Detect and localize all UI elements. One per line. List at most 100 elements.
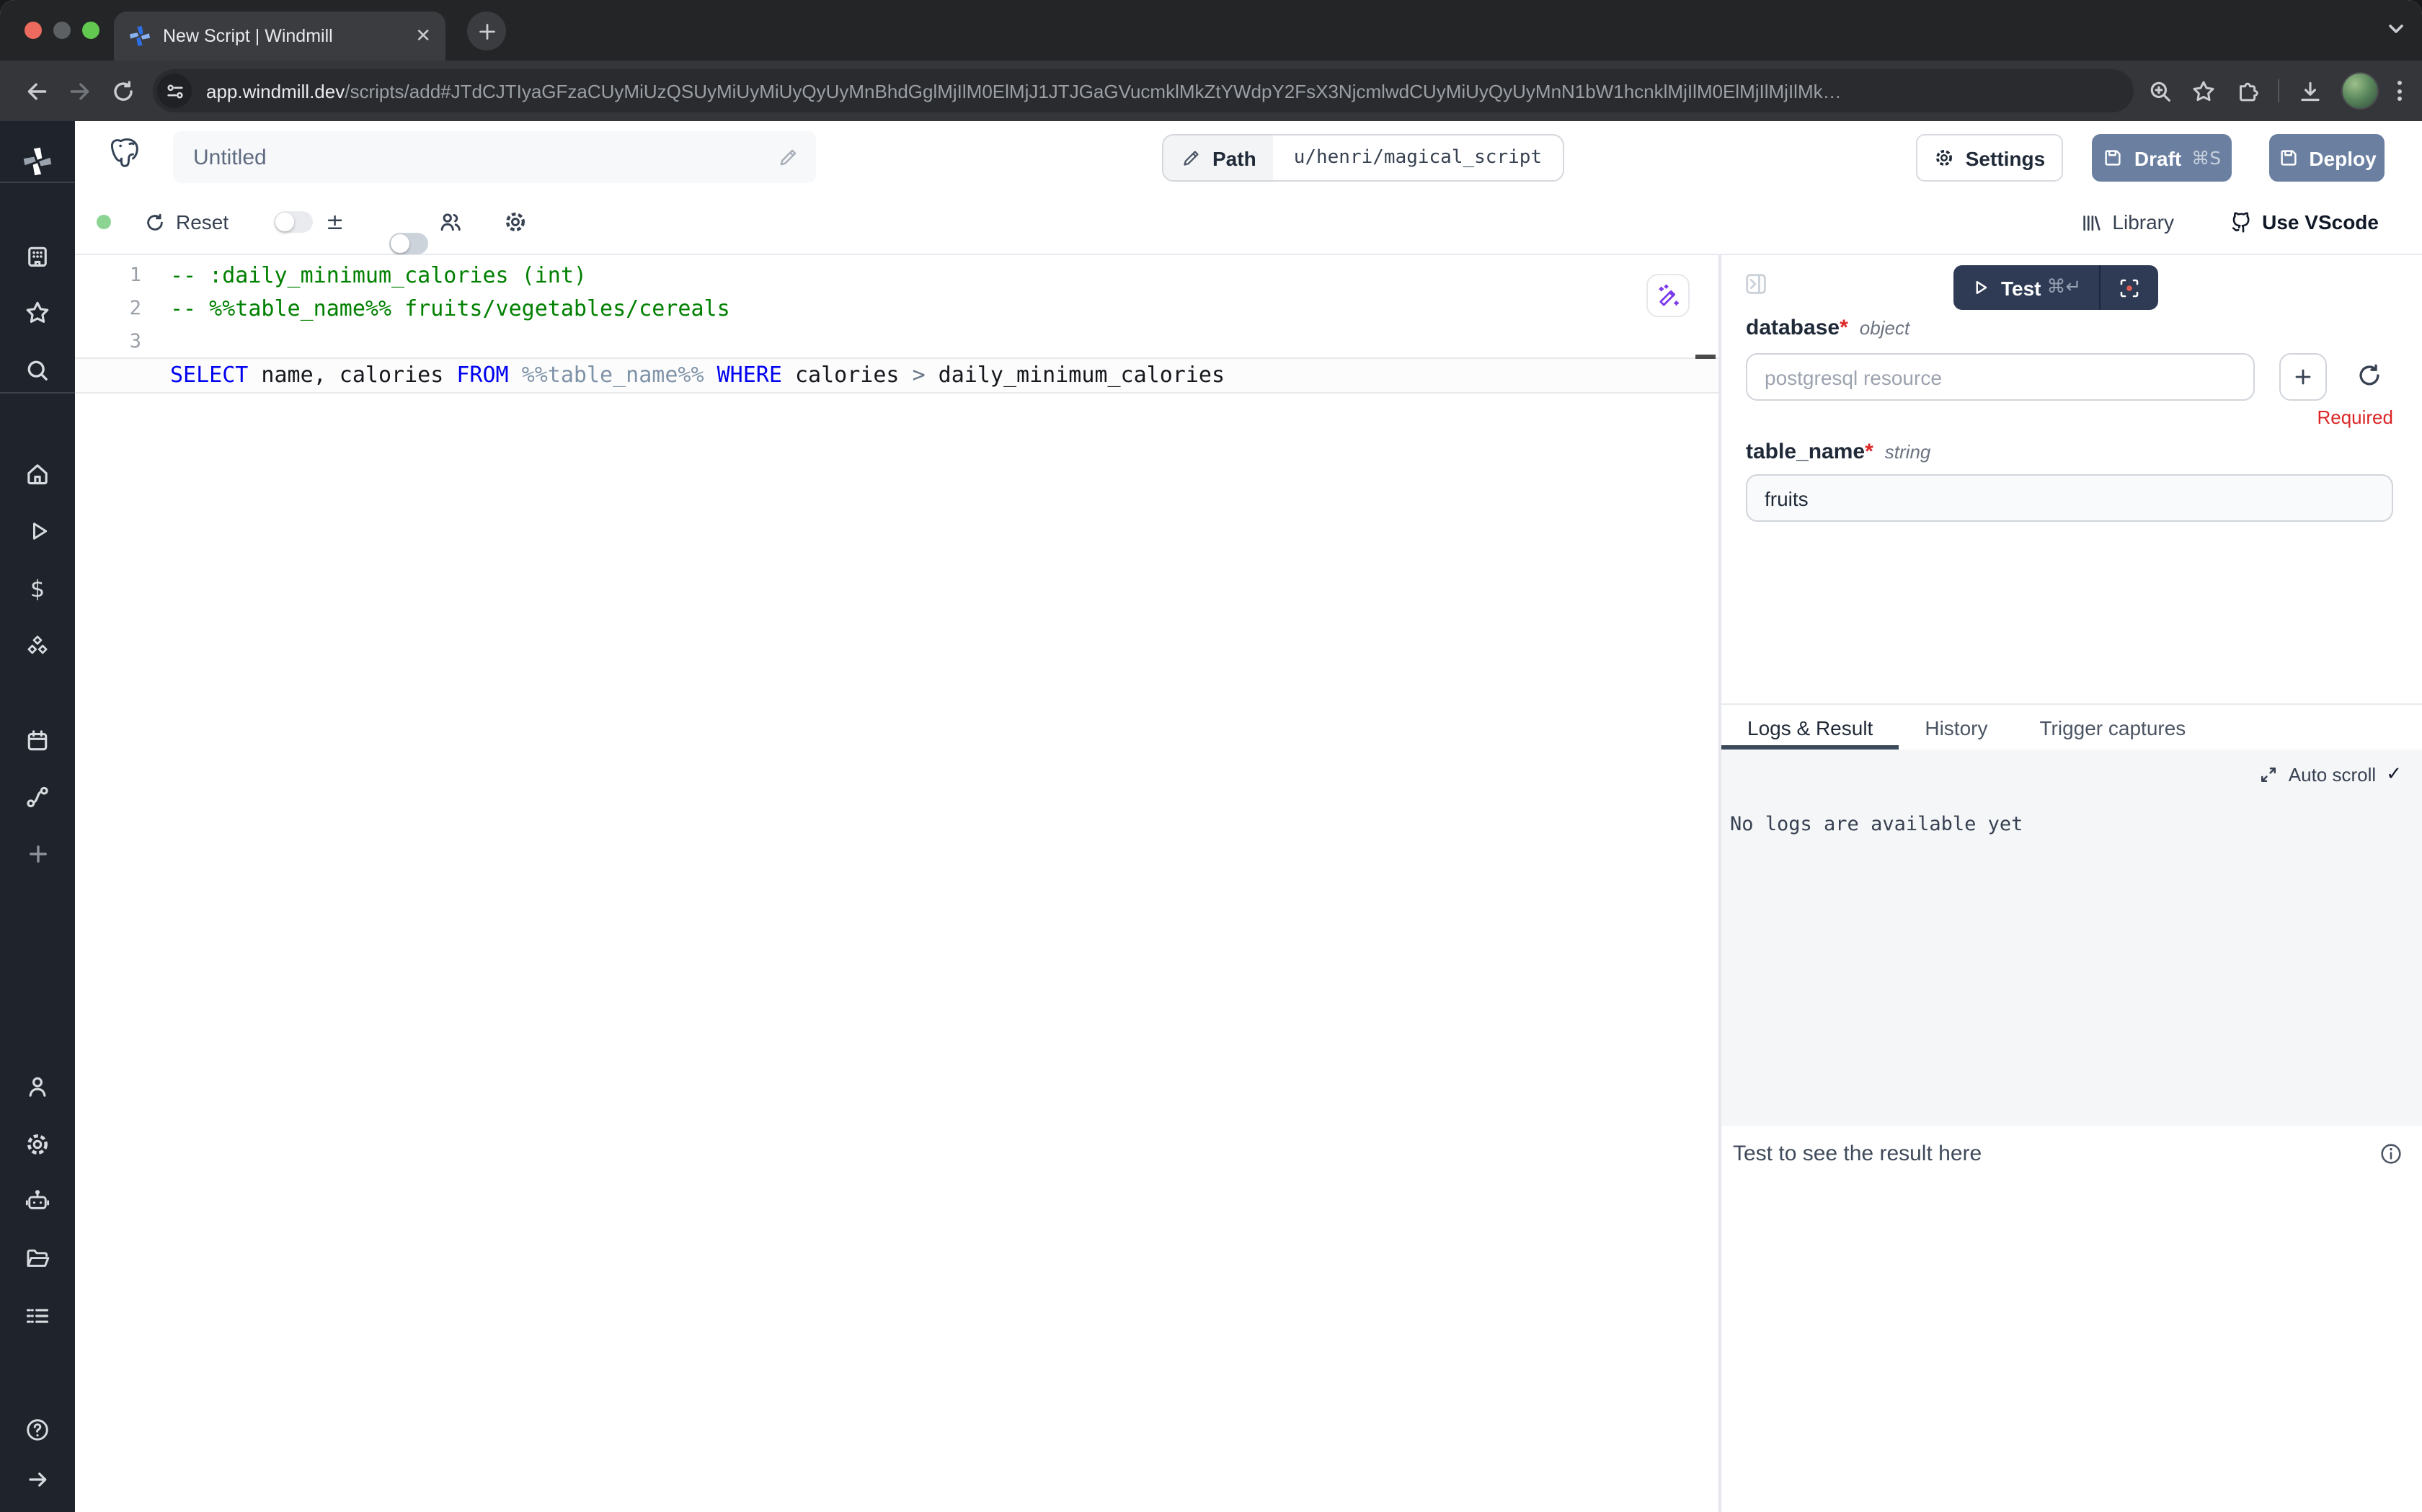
editor-settings-gear-icon[interactable] — [503, 210, 528, 234]
reset-button[interactable]: Reset — [144, 210, 229, 234]
browser-tabstrip: New Script | Windmill ✕ — [0, 0, 2422, 61]
address-bar[interactable]: app.windmill.dev/scripts/add#JTdCJTIyaGF… — [153, 69, 2134, 112]
variables-dollar-icon[interactable]: $ — [20, 571, 55, 605]
download-icon[interactable] — [2298, 79, 2323, 103]
add-plus-icon[interactable] — [20, 836, 55, 871]
url-domain: app.windmill.dev — [206, 80, 345, 102]
workers-robot-icon[interactable] — [20, 1183, 55, 1218]
deploy-label: Deploy — [2309, 146, 2376, 169]
expand-sidebar-arrow-icon[interactable] — [20, 1462, 55, 1496]
code-line[interactable] — [75, 326, 1718, 359]
path-label: Path — [1212, 146, 1256, 169]
path-chip[interactable]: Path u/henri/magical_script — [1162, 134, 1563, 182]
refresh-resources-button[interactable] — [2356, 362, 2383, 389]
diff-icon[interactable]: ± — [326, 209, 344, 235]
use-vscode-button[interactable]: Use VScode — [2229, 210, 2379, 234]
close-window-button[interactable] — [25, 22, 42, 39]
postgresql-elephant-icon — [107, 135, 146, 174]
editor-toolbar: Reset ± Library Use VScode — [75, 190, 2422, 254]
database-resource-select[interactable]: postgresql resource — [1746, 353, 2255, 401]
collaborators-icon[interactable] — [438, 210, 463, 234]
collapse-panel-icon[interactable] — [1743, 271, 1769, 297]
back-button[interactable] — [14, 69, 58, 112]
user-icon[interactable] — [20, 1069, 55, 1104]
extensions-icon[interactable] — [2235, 79, 2259, 103]
code-editor[interactable]: 1234 -- :daily_minimum_calories (int)-- … — [75, 255, 1718, 1512]
home-icon[interactable] — [20, 457, 55, 492]
info-icon[interactable] — [2379, 1142, 2403, 1166]
summary-input[interactable]: Untitled — [173, 131, 816, 183]
favorites-star-icon[interactable] — [20, 295, 55, 330]
settings-button[interactable]: Settings — [1916, 134, 2063, 182]
code-line[interactable]: SELECT name, calories FROM %%table_name%… — [75, 359, 1718, 392]
code-lines[interactable]: -- :daily_minimum_calories (int)-- %%tab… — [75, 259, 1718, 392]
browser-window: New Script | Windmill ✕ app.windmill.dev… — [0, 0, 2422, 1512]
forward-button[interactable] — [58, 69, 101, 112]
ai-assistant-button[interactable] — [1646, 274, 1690, 317]
toggle-switch-1[interactable] — [274, 211, 313, 233]
tab-trigger-captures[interactable]: Trigger captures — [2013, 705, 2212, 750]
path-value: u/henri/magical_script — [1274, 135, 1562, 180]
search-icon[interactable] — [20, 353, 55, 388]
divider — [0, 392, 75, 393]
refresh-icon — [144, 211, 166, 233]
settings-label: Settings — [1966, 146, 2045, 169]
browser-navbar: app.windmill.dev/scripts/add#JTdCJTIyaGF… — [0, 61, 2422, 121]
required-asterisk: * — [1840, 316, 1848, 340]
reset-label: Reset — [176, 210, 229, 234]
test-label: Test — [2001, 276, 2041, 299]
required-asterisk: * — [1865, 440, 1873, 464]
autoscroll-control[interactable]: Auto scroll ✓ — [2260, 764, 2402, 786]
divider — [0, 182, 75, 183]
browser-actions — [2148, 72, 2408, 110]
new-tab-button[interactable] — [467, 12, 506, 50]
help-question-icon[interactable] — [20, 1413, 55, 1447]
check-icon: ✓ — [2386, 764, 2402, 786]
folders-icon[interactable] — [20, 1241, 55, 1276]
table-name-input[interactable]: fruits — [1746, 474, 2393, 522]
capture-run-button[interactable] — [2100, 276, 2157, 299]
use-vscode-label: Use VScode — [2262, 210, 2379, 234]
resources-cubes-icon[interactable] — [20, 628, 55, 663]
draft-button[interactable]: Draft ⌘S — [2092, 134, 2232, 182]
test-button-group[interactable]: Test ⌘↵ — [1953, 265, 2157, 310]
database-field-label: database*object — [1746, 316, 1909, 340]
runs-play-icon[interactable] — [20, 513, 55, 548]
bookmark-star-icon[interactable] — [2191, 79, 2216, 103]
triggers-route-icon[interactable] — [20, 780, 55, 814]
zoom-in-icon[interactable] — [2148, 79, 2173, 103]
menu-dots-icon[interactable] — [2397, 81, 2402, 101]
panel-tabs: Logs & Result History Trigger captures — [1721, 703, 2422, 750]
add-resource-button[interactable] — [2279, 353, 2327, 401]
code-line[interactable]: -- %%table_name%% fruits/vegetables/cere… — [75, 293, 1718, 326]
tab-search-button[interactable] — [2385, 17, 2408, 40]
tab-close-icon[interactable]: ✕ — [415, 25, 431, 48]
traffic-lights[interactable] — [25, 22, 99, 39]
field-type: string — [1885, 441, 1931, 463]
code-line[interactable]: -- :daily_minimum_calories (int) — [75, 259, 1718, 293]
toggle-switch-2[interactable] — [389, 233, 428, 254]
site-settings-icon[interactable] — [157, 74, 192, 108]
reload-button[interactable] — [101, 69, 144, 112]
settings-gear-icon[interactable] — [20, 1127, 55, 1162]
tab-history[interactable]: History — [1899, 705, 2013, 750]
github-icon — [2229, 210, 2252, 234]
browser-tab[interactable]: New Script | Windmill ✕ — [114, 12, 445, 61]
schedules-calendar-icon[interactable] — [20, 724, 55, 758]
tab-logs-result[interactable]: Logs & Result — [1721, 705, 1899, 750]
tab-title: New Script | Windmill — [163, 26, 404, 46]
test-shortcut: ⌘↵ — [2047, 277, 2082, 298]
windmill-logo[interactable] — [20, 144, 55, 179]
minimize-window-button[interactable] — [53, 22, 71, 39]
audit-logs-list-icon[interactable] — [20, 1299, 55, 1333]
deploy-button[interactable]: Deploy — [2269, 134, 2385, 182]
library-button[interactable]: Library — [2080, 210, 2174, 234]
divider — [2278, 79, 2279, 102]
draft-shortcut: ⌘S — [2191, 147, 2221, 169]
url-path: /scripts/add#JTdCJTIyaGFzaCUyMiUzQSUyMiU… — [345, 80, 1841, 102]
workspace-building-icon[interactable] — [20, 239, 55, 274]
field-name: database — [1746, 316, 1840, 340]
zoom-window-button[interactable] — [82, 22, 99, 39]
result-area: Test to see the result here — [1721, 1126, 2422, 1512]
avatar[interactable] — [2341, 72, 2379, 110]
